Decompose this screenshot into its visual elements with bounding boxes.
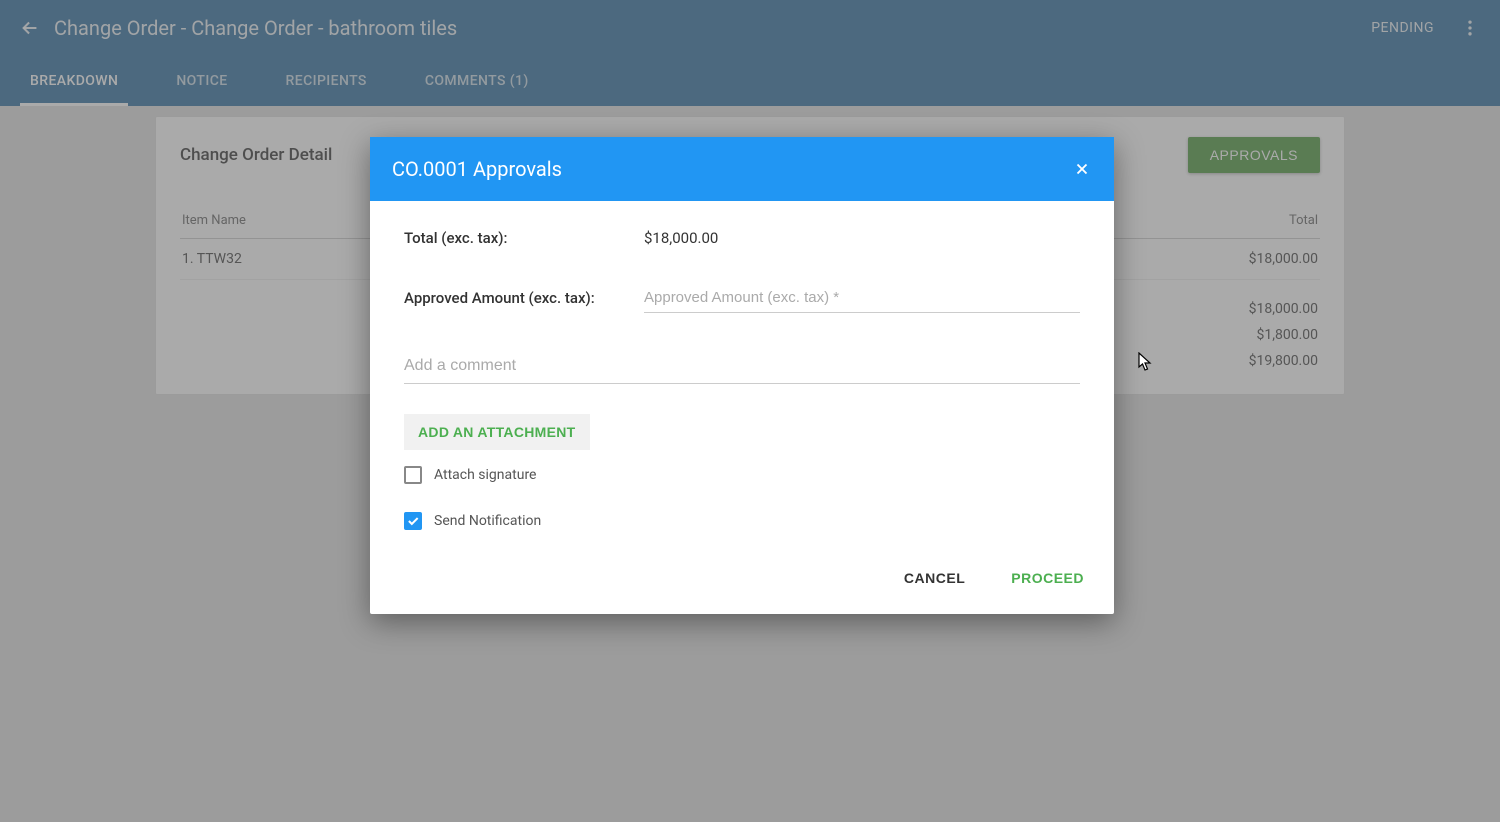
- total-value: $18,000.00: [644, 229, 718, 247]
- approvals-modal: CO.0001 Approvals Total (exc. tax): $18,…: [370, 137, 1114, 614]
- cancel-button[interactable]: CANCEL: [896, 564, 973, 592]
- attach-signature-checkbox[interactable]: [404, 466, 422, 484]
- send-notification-checkbox[interactable]: [404, 512, 422, 530]
- attach-signature-label: Attach signature: [434, 467, 536, 483]
- approved-amount-input[interactable]: [644, 283, 1080, 313]
- check-icon: [406, 514, 420, 528]
- approved-amount-label: Approved Amount (exc. tax):: [404, 289, 644, 307]
- send-notification-label: Send Notification: [434, 513, 541, 529]
- comment-input[interactable]: [404, 349, 1080, 384]
- modal-header: CO.0001 Approvals: [370, 137, 1114, 201]
- proceed-button[interactable]: PROCEED: [1003, 564, 1092, 592]
- total-label: Total (exc. tax):: [404, 229, 644, 247]
- modal-title: CO.0001 Approvals: [392, 157, 562, 181]
- close-icon: [1073, 160, 1091, 178]
- add-attachment-button[interactable]: ADD AN ATTACHMENT: [404, 414, 590, 450]
- modal-close-button[interactable]: [1072, 159, 1092, 179]
